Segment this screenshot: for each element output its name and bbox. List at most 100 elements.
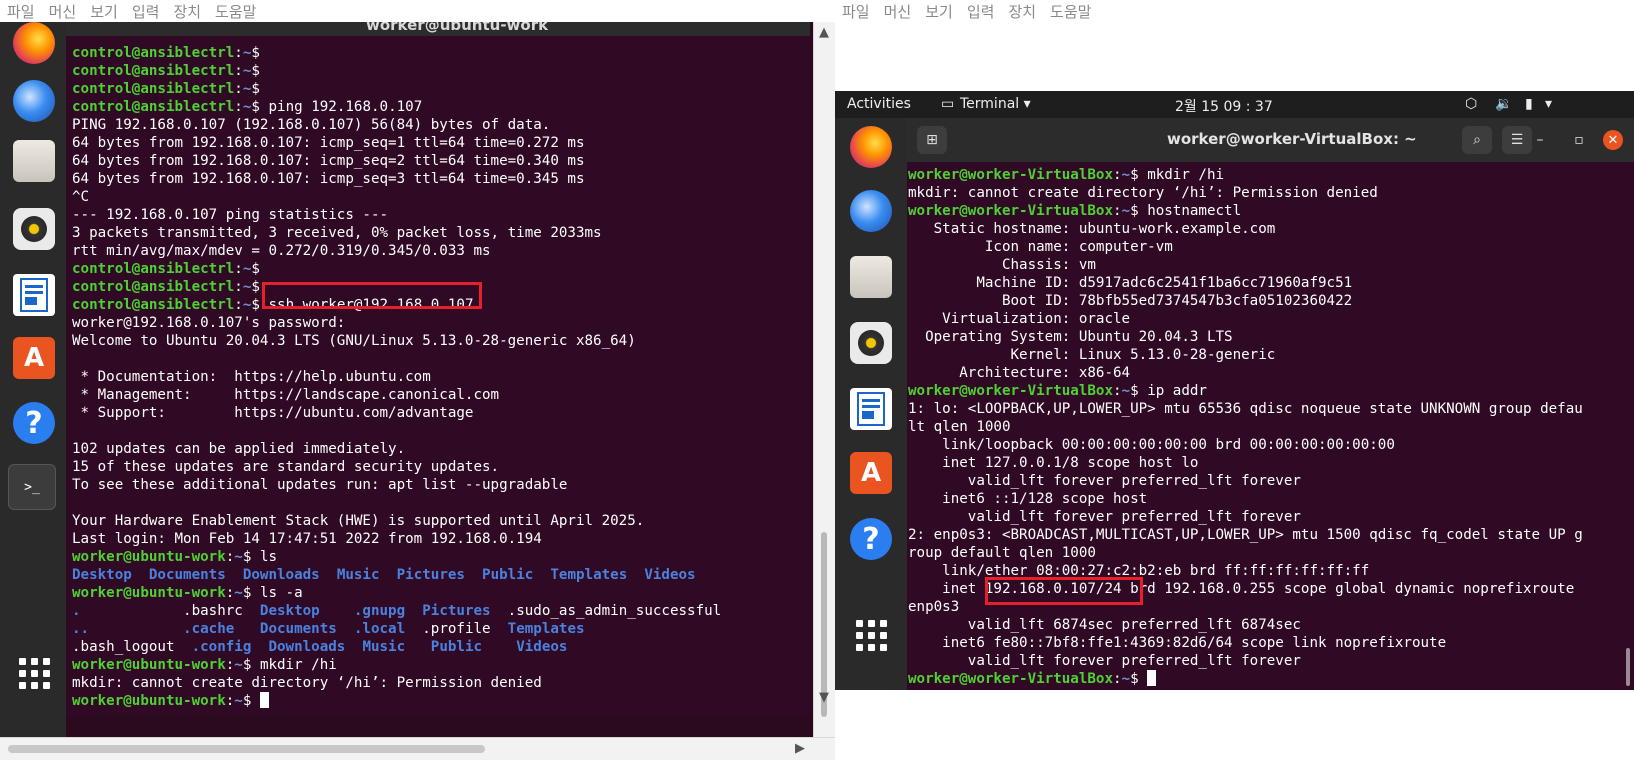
app-menu-button[interactable]: Terminal ▾ xyxy=(960,96,1031,112)
system-menu-chevron-icon[interactable]: ▾ xyxy=(1545,96,1552,112)
prompt-symbol: $ xyxy=(1130,671,1148,687)
prompt-sep: : xyxy=(225,585,235,601)
close-button[interactable]: ✕ xyxy=(1603,130,1623,150)
terminal-line: inet6 fe80::7bf8:ffe1:4369:82d6/64 scope… xyxy=(908,634,1620,652)
line-text: mkdir /hi xyxy=(1147,167,1225,183)
menu-help[interactable]: 도움말 xyxy=(208,1,263,22)
file-entry: .bashrc xyxy=(183,603,260,619)
scroll-up-icon[interactable]: ▲ xyxy=(819,26,829,39)
minimize-button[interactable]: – xyxy=(1530,130,1550,150)
menu-devices[interactable]: 장치 xyxy=(1001,1,1043,22)
line-text: rtt min/avg/max/mdev = 0.272/0.319/0.345… xyxy=(72,243,491,259)
prompt-user: control@ansiblectrl xyxy=(72,81,235,97)
terminal-line: worker@worker-VirtualBox:~$ xyxy=(908,670,1620,688)
menu-input[interactable]: 입력 xyxy=(125,1,167,22)
hamburger-menu-button[interactable]: ☰ xyxy=(1502,126,1532,154)
text-cursor xyxy=(259,692,269,708)
prompt-path: ~ xyxy=(1121,383,1131,399)
right-scroll-thumb[interactable] xyxy=(1626,648,1630,686)
scroll-right-icon[interactable]: ▶ xyxy=(795,742,805,755)
software-icon[interactable]: A xyxy=(13,337,55,379)
terminal-line: 15 of these updates are standard securit… xyxy=(72,458,800,476)
menu-view[interactable]: 보기 xyxy=(918,1,960,22)
text-cursor xyxy=(1147,670,1157,686)
writer-icon[interactable] xyxy=(850,388,892,430)
software-icon[interactable]: A xyxy=(850,452,892,494)
menu-file[interactable]: 파일 xyxy=(835,1,877,22)
line-text: enp0s3 xyxy=(908,599,960,615)
prompt-sep: : xyxy=(1113,671,1122,687)
network-icon[interactable]: ⬡ xyxy=(1465,96,1477,112)
menu-input[interactable]: 입력 xyxy=(960,1,1002,22)
prompt-path: ~ xyxy=(234,585,243,601)
line-text: Welcome to Ubuntu 20.04.3 LTS (GNU/Linux… xyxy=(72,333,636,349)
new-tab-button[interactable]: ⊞ xyxy=(917,126,947,154)
line-text: --- 192.168.0.107 ping statistics --- xyxy=(72,207,389,223)
right-dock: A ? xyxy=(835,118,907,690)
menu-machine[interactable]: 머신 xyxy=(42,1,84,22)
menu-file[interactable]: 파일 xyxy=(0,1,42,22)
right-terminal-header: ⊞ worker@worker-VirtualBox: ~ ⌕ ☰ – ▫ ✕ xyxy=(907,118,1634,162)
clock[interactable]: 2월 15 09 : 37 xyxy=(1175,96,1273,116)
prompt-sep: : xyxy=(234,261,243,277)
terminal-line: worker@worker-VirtualBox:~$ mkdir /hi xyxy=(908,166,1620,184)
firefox-icon[interactable] xyxy=(13,22,55,64)
terminal-line: Kernel: Linux 5.13.0-28-generic xyxy=(908,346,1620,364)
prompt-user: worker@worker-VirtualBox xyxy=(908,167,1113,183)
help-icon[interactable]: ? xyxy=(850,518,892,560)
menu-help[interactable]: 도움말 xyxy=(1043,1,1098,22)
prompt-path: ~ xyxy=(1121,671,1131,687)
scroll-thumb[interactable] xyxy=(8,745,485,753)
left-horizontal-scrollbar[interactable]: ▶ xyxy=(0,737,835,760)
prompt-user: control@ansiblectrl xyxy=(72,63,235,79)
terminal-line: Chassis: vm xyxy=(908,256,1620,274)
apps-grid-icon[interactable] xyxy=(850,614,892,656)
prompt-user: worker@worker-VirtualBox xyxy=(908,203,1113,219)
battery-icon[interactable]: ▮ xyxy=(1525,96,1533,112)
help-icon[interactable]: ? xyxy=(13,402,55,444)
rhythmbox-icon[interactable] xyxy=(13,208,55,250)
line-text: Virtualization: oracle xyxy=(908,311,1131,327)
directory-entry: Templates xyxy=(507,621,585,637)
line-text: Architecture: x86-64 xyxy=(908,365,1131,381)
prompt-sep: : xyxy=(1113,167,1122,183)
left-vertical-scrollbar[interactable]: ▲ ▼ xyxy=(813,22,836,737)
line-text: valid_lft forever preferred_lft forever xyxy=(908,509,1301,525)
apps-grid-icon[interactable] xyxy=(13,652,55,694)
menu-devices[interactable]: 장치 xyxy=(166,1,208,22)
prompt-path: ~ xyxy=(1121,167,1131,183)
line-text: Kernel: Linux 5.13.0-28-generic xyxy=(908,347,1276,363)
prompt-symbol: $ xyxy=(251,45,269,61)
firefox-icon[interactable] xyxy=(850,126,892,168)
maximize-button[interactable]: ▫ xyxy=(1569,130,1589,150)
volume-icon[interactable]: 🔉 xyxy=(1495,96,1512,112)
terminal-line: link/loopback 00:00:00:00:00:00 brd 00:0… xyxy=(908,436,1620,454)
activities-button[interactable]: Activities xyxy=(847,96,911,112)
left-terminal-output[interactable]: control@ansiblectrl:~$ control@ansiblect… xyxy=(72,44,800,734)
thunderbird-icon[interactable] xyxy=(13,80,55,122)
menu-view[interactable]: 보기 xyxy=(83,1,125,22)
thunderbird-icon[interactable] xyxy=(850,190,892,232)
line-text: Static hostname: ubuntu-work.example.com xyxy=(908,221,1276,237)
right-terminal-output[interactable]: worker@worker-VirtualBox:~$ mkdir /hi mkd… xyxy=(908,166,1620,690)
menu-machine[interactable]: 머신 xyxy=(877,1,919,22)
line-text: inet6 fe80::7bf8:ffe1:4369:82d6/64 scope… xyxy=(908,635,1447,651)
terminal-line: 64 bytes from 192.168.0.107: icmp_seq=2 … xyxy=(72,152,800,170)
rhythmbox-icon[interactable] xyxy=(850,322,892,364)
terminal-line: mkdir: cannot create directory ‘/hi’: Pe… xyxy=(908,184,1620,202)
prompt-path: ~ xyxy=(234,657,243,673)
terminal-line: ^C xyxy=(72,188,800,206)
line-text: Last login: Mon Feb 14 17:47:51 2022 fro… xyxy=(72,531,542,547)
directory-entry: Documents xyxy=(148,567,243,583)
terminal-icon[interactable]: >_ xyxy=(8,464,56,510)
files-icon[interactable] xyxy=(850,256,892,298)
files-icon[interactable] xyxy=(13,140,55,182)
scroll-down-icon[interactable]: ▼ xyxy=(819,691,829,704)
prompt-symbol: $ xyxy=(1130,383,1148,399)
line-text: ls xyxy=(259,549,278,565)
terminal-line: 3 packets transmitted, 3 received, 0% pa… xyxy=(72,224,800,242)
writer-icon[interactable] xyxy=(13,274,55,316)
search-button[interactable]: ⌕ xyxy=(1462,126,1492,154)
line-text: * Support: https://ubuntu.com/advantage xyxy=(72,405,474,421)
